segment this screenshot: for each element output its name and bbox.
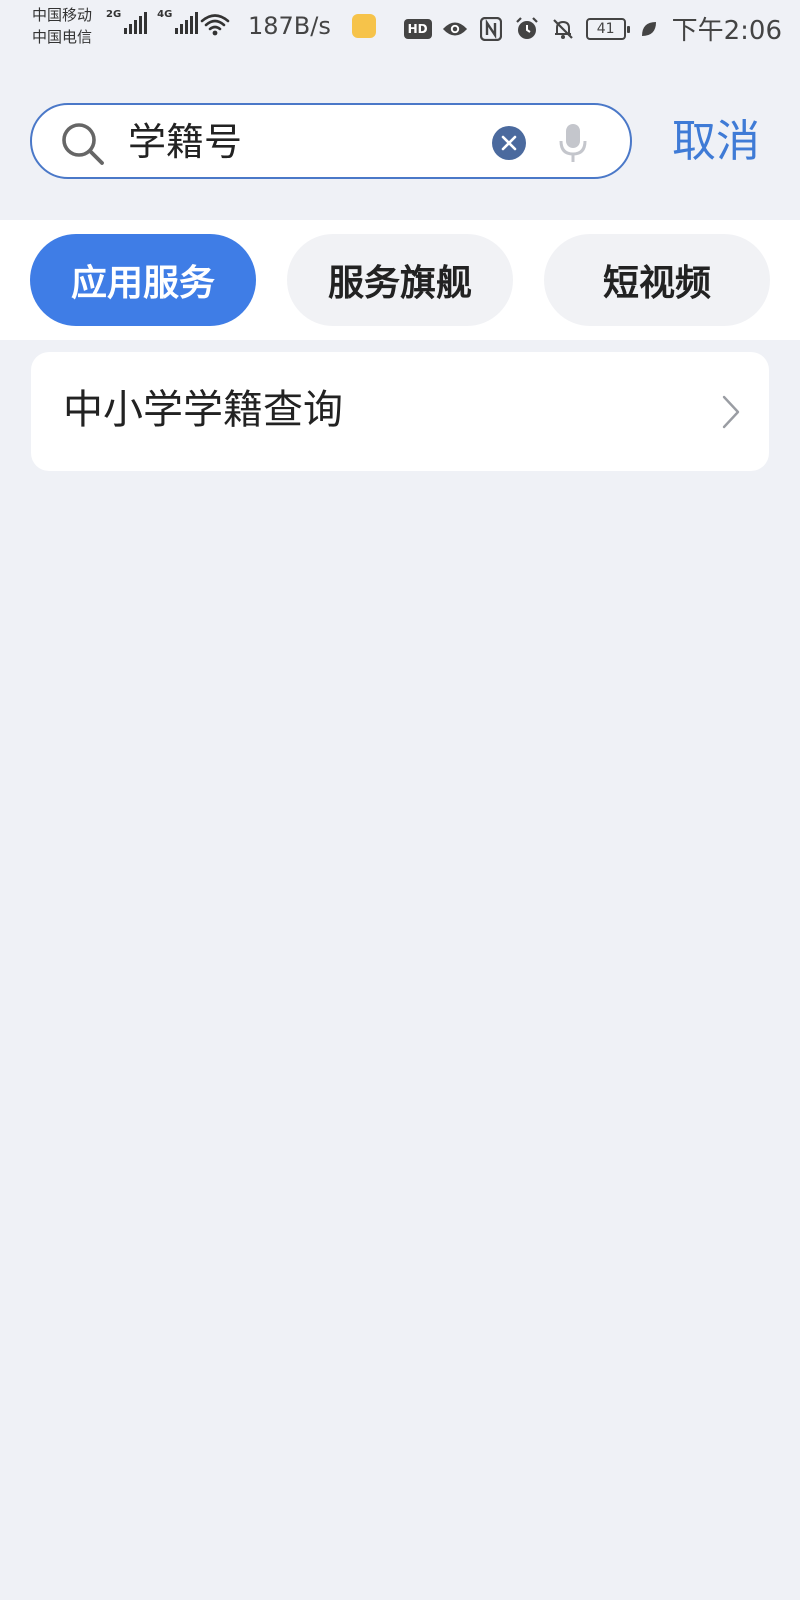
signal-2-icon: 4G [157,9,199,34]
signal-2-gen: 4G [157,9,173,20]
wifi-icon [200,12,230,42]
list-item[interactable]: 中小学学籍查询 [31,352,769,471]
tab-app-services[interactable]: 应用服务 [30,234,256,326]
signal-1-icon: 2G [106,9,148,34]
search-query[interactable]: 学籍号 [128,119,242,165]
leaf-icon [636,16,662,42]
signal-indicators: 2G 4G [106,9,199,34]
carrier-1: 中国移动 [32,6,93,24]
chevron-right-icon [721,394,741,434]
tab-short-video[interactable]: 短视频 [544,234,770,326]
status-time: 下午2:06 [671,16,782,46]
tab-strip: 应用服务 服务旗舰 短视频 [0,220,800,340]
clear-icon[interactable] [492,126,526,160]
search-icon [60,121,106,171]
cancel-button[interactable]: 取消 [672,112,760,172]
mute-icon [550,16,576,42]
nfc-icon [478,16,504,42]
mic-icon[interactable] [558,122,588,168]
network-speed: 187B/s [248,12,331,40]
system-icons: HD 41 下午2:06 [403,10,782,47]
result-title: 中小学学籍查询 [63,387,343,433]
battery-level: 41 [596,20,615,37]
status-bar: 中国移动 中国电信 2G 4G 187B/s HD 41 下午2:06 [0,0,800,56]
tab-flagship-services[interactable]: 服务旗舰 [287,234,513,326]
carrier-names: 中国移动 中国电信 [32,4,92,48]
app-notification-icon [352,14,376,38]
battery-icon: 41 [585,17,630,40]
alarm-icon [514,16,540,42]
eye-icon [442,16,468,42]
signal-1-gen: 2G [106,9,122,20]
hd-icon: HD [403,18,432,39]
carrier-2: 中国电信 [32,28,93,46]
search-input[interactable]: 学籍号 [30,103,632,179]
